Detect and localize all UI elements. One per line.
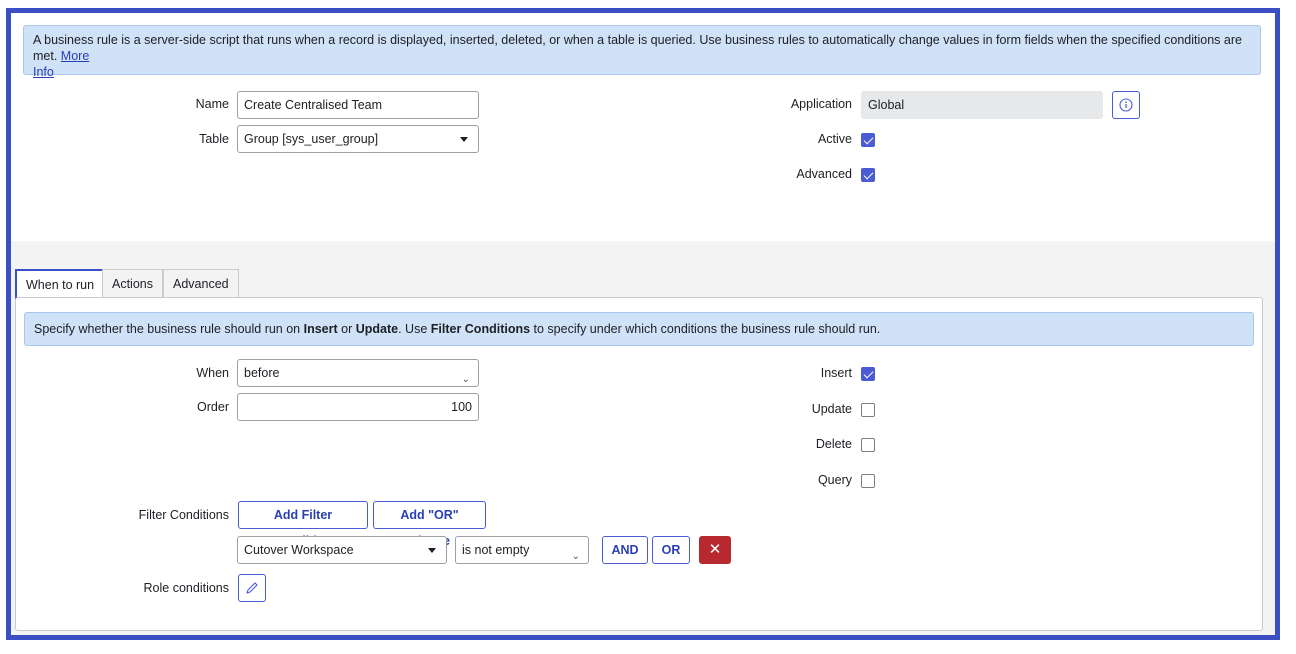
info-banner-text: A business rule is a server-side script … <box>33 33 1242 63</box>
query-label: Query <box>817 473 852 487</box>
application-info-button[interactable] <box>1112 91 1140 119</box>
when-to-run-banner: Specify whether the business rule should… <box>24 312 1254 346</box>
delete-checkbox[interactable] <box>861 438 875 452</box>
or-button[interactable]: OR <box>652 536 690 564</box>
condition-operator-value: is not empty <box>462 543 530 557</box>
name-field[interactable]: Create Centralised Team <box>237 91 479 119</box>
when-to-run-panel: Specify whether the business rule should… <box>15 297 1263 631</box>
and-button[interactable]: AND <box>602 536 648 564</box>
delete-condition-button[interactable]: ✕ <box>699 536 731 564</box>
table-select-value: Group [sys_user_group] <box>244 132 379 146</box>
add-filter-condition-button[interactable]: Add Filter Condition <box>238 501 368 548</box>
active-label: Active <box>817 132 852 146</box>
condition-field-select[interactable]: Cutover Workspace <box>237 536 447 564</box>
active-checkbox[interactable] <box>861 133 875 147</box>
application-label: Application <box>790 97 852 111</box>
role-conditions-label: Role conditions <box>143 581 229 595</box>
dropdown-caret-icon <box>428 548 436 553</box>
order-field[interactable]: 100 <box>237 393 479 421</box>
delete-label: Delete <box>815 437 852 451</box>
update-label: Update <box>811 402 852 416</box>
chevron-down-icon: ⌄ <box>461 374 470 385</box>
dropdown-caret-icon <box>460 137 468 142</box>
order-label: Order <box>197 400 229 414</box>
advanced-checkbox[interactable] <box>861 168 875 182</box>
filter-conditions-label: Filter Conditions <box>138 508 229 522</box>
tab-actions[interactable]: Actions <box>102 269 163 298</box>
info-banner: A business rule is a server-side script … <box>23 25 1261 79</box>
advanced-label: Advanced <box>796 167 852 181</box>
tab-when-to-run[interactable]: When to run <box>15 269 106 299</box>
add-or-clause-button[interactable]: Add "OR" Clause <box>373 501 486 548</box>
condition-operator-select[interactable]: is not empty ⌄ <box>455 536 589 564</box>
table-label: Table <box>199 132 229 146</box>
when-select[interactable]: before ⌄ <box>237 359 479 387</box>
update-checkbox[interactable] <box>861 403 875 417</box>
table-select[interactable]: Group [sys_user_group] <box>237 125 479 153</box>
application-field: Global <box>861 91 1103 119</box>
form-frame: A business rule is a server-side script … <box>6 8 1280 640</box>
tab-advanced[interactable]: Advanced <box>163 269 239 298</box>
when-select-value: before <box>244 366 280 380</box>
edit-role-conditions-button[interactable] <box>238 574 266 602</box>
insert-label: Insert <box>820 366 852 380</box>
pencil-icon <box>246 582 258 594</box>
when-label: When <box>196 366 229 380</box>
chevron-down-icon: ⌄ <box>571 551 580 562</box>
query-checkbox[interactable] <box>861 474 875 488</box>
insert-checkbox[interactable] <box>861 367 875 381</box>
info-icon <box>1119 98 1133 112</box>
condition-field-value: Cutover Workspace <box>244 543 354 557</box>
name-label: Name <box>195 97 229 111</box>
